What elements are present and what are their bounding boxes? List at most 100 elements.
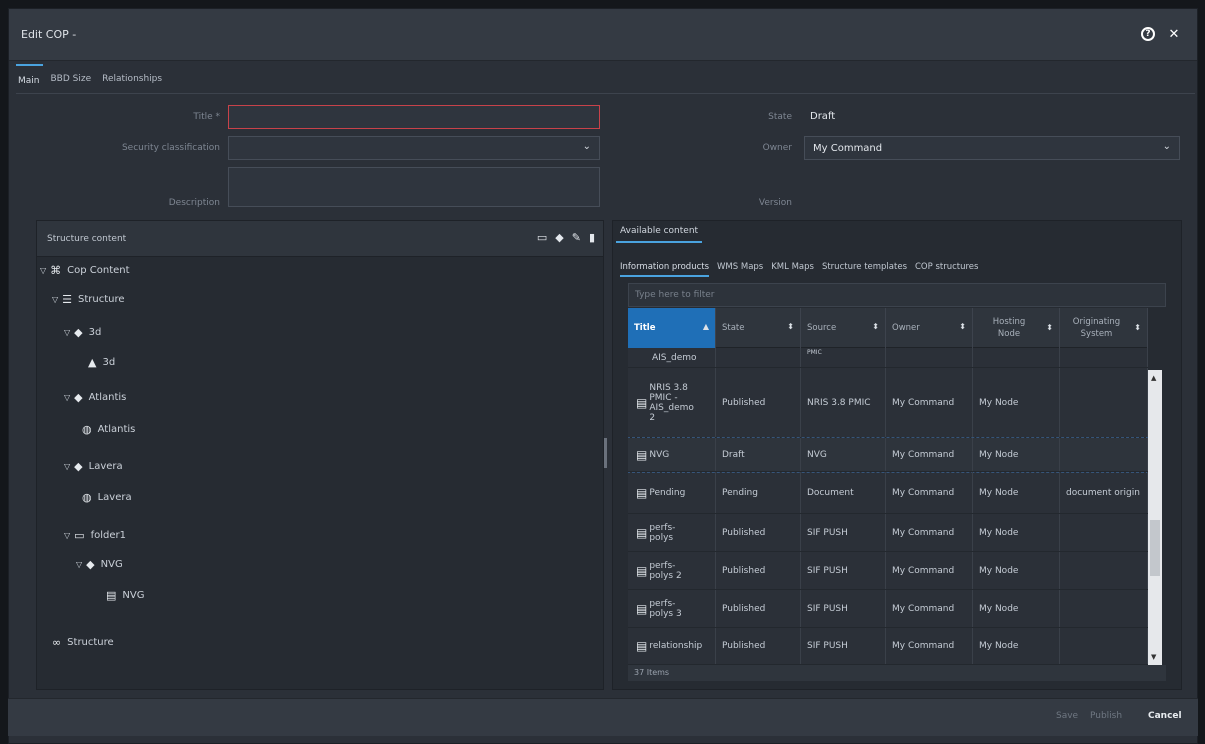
column-header-hosting-node[interactable]: Hosting Node ⬍ <box>973 308 1060 348</box>
panel-splitter[interactable] <box>604 438 607 468</box>
folder-icon: ▭ <box>74 529 85 542</box>
tree-node-cop-content[interactable]: ▽ ⌘ Cop Content <box>40 264 130 277</box>
table-row[interactable]: ▤ NRIS 3.8 PMIC - AIS_demo 2 Published N… <box>628 368 1148 438</box>
tree-node-nvg[interactable]: ▽ ◆ NVG <box>76 558 123 571</box>
tab-available-content[interactable]: Available content <box>616 222 703 243</box>
cancel-button[interactable]: Cancel <box>1148 711 1182 721</box>
diamond-icon: ◆ <box>74 326 83 339</box>
document-icon: ▤ <box>636 525 648 540</box>
tree-node-structure[interactable]: ▽ ☰ Structure <box>52 293 125 306</box>
scroll-up-icon[interactable]: ▲ <box>1151 374 1156 382</box>
caret-down-icon[interactable]: ▽ <box>64 393 70 402</box>
state-label: State <box>768 112 792 122</box>
tree-node-structure-link[interactable]: ∞ Structure <box>52 636 114 649</box>
tree-leaf-3d[interactable]: ▲ 3d <box>88 356 115 369</box>
caret-down-icon[interactable]: ▽ <box>76 560 82 569</box>
owner-select[interactable]: My Command ⌄ <box>804 136 1180 160</box>
products-grid: Title ▲ State ⬍ Source ⬍ Owner ⬍ Hosting… <box>628 308 1148 665</box>
caret-down-icon[interactable]: ▽ <box>52 295 58 304</box>
dialog-title: Edit COP - <box>21 28 77 41</box>
table-row[interactable]: ▤ perfs-polys 2 Published SIF PUSH My Co… <box>628 552 1148 590</box>
sort-icon[interactable]: ⬍ <box>787 322 794 331</box>
caret-down-icon[interactable]: ▽ <box>64 462 70 471</box>
close-icon[interactable]: ✕ <box>1165 25 1183 43</box>
tab-main[interactable]: Main <box>16 64 43 94</box>
structure-icon: ☰ <box>62 293 73 306</box>
caret-down-icon[interactable]: ▽ <box>64 328 70 337</box>
structure-panel-header: Structure content ▭ ◆ ✎ ▮ <box>37 221 603 257</box>
table-row[interactable]: ▤ Pending Pending Document My Command My… <box>628 472 1148 514</box>
tree-leaf-nvg[interactable]: ▤ NVG <box>106 589 144 602</box>
tree-node-3d[interactable]: ▽ ◆ 3d <box>64 326 101 339</box>
grid-vertical-scrollbar[interactable]: ▲ ▼ <box>1148 370 1162 665</box>
caret-down-icon[interactable]: ▽ <box>40 266 46 275</box>
document-icon: ▤ <box>636 601 648 616</box>
document-icon: ▤ <box>636 395 648 410</box>
diamond-icon[interactable]: ◆ <box>555 231 563 244</box>
document-icon: ▤ <box>636 485 648 500</box>
subtab-wms-maps[interactable]: WMS Maps <box>717 258 763 277</box>
globe-icon: ◍ <box>82 423 92 436</box>
document-icon: ▤ <box>636 639 648 653</box>
shapes-icon: ▲ <box>88 356 97 369</box>
dialog-footer: Save Publish Cancel <box>8 698 1198 736</box>
table-row[interactable]: ▤ perfs-polys Published SIF PUSH My Comm… <box>628 514 1148 552</box>
help-icon[interactable]: ? <box>1141 27 1155 41</box>
table-row-selected[interactable]: ▤ NVG Draft NVG My Command My Node <box>628 437 1148 473</box>
sort-icon[interactable]: ⬍ <box>1046 322 1053 334</box>
document-icon: ▤ <box>636 447 648 462</box>
security-classification-label: Security classification <box>121 143 220 153</box>
tab-bbd-size[interactable]: BBD Size <box>49 64 95 94</box>
tree-leaf-atlantis[interactable]: ◍ Atlantis <box>82 423 135 436</box>
column-header-title[interactable]: Title ▲ <box>628 308 716 348</box>
subtab-cop-structures[interactable]: COP structures <box>915 258 978 277</box>
pencil-icon[interactable]: ✎ <box>572 231 581 244</box>
chevron-down-icon: ⌄ <box>1162 141 1171 152</box>
document-icon: ▤ <box>106 589 117 602</box>
sort-icon[interactable]: ⬍ <box>1134 322 1141 334</box>
grid-header: Title ▲ State ⬍ Source ⬍ Owner ⬍ Hosting… <box>628 308 1148 348</box>
subtab-structure-templates[interactable]: Structure templates <box>822 258 907 277</box>
table-row[interactable]: ▤ relationship Published SIF PUSH My Com… <box>628 628 1148 665</box>
tabs-divider <box>16 93 1195 94</box>
tree-node-lavera[interactable]: ▽ ◆ Lavera <box>64 460 123 473</box>
save-button[interactable]: Save <box>1056 711 1078 721</box>
title-label: Title * <box>193 112 220 122</box>
tree-node-folder1[interactable]: ▽ ▭ folder1 <box>64 529 126 542</box>
table-row[interactable]: ▤ perfs-polys 3 Published SIF PUSH My Co… <box>628 590 1148 628</box>
document-icon: ▤ <box>636 563 648 578</box>
scrollbar-thumb[interactable] <box>1150 520 1160 576</box>
table-row[interactable]: AIS_demo PMIC <box>628 348 1148 368</box>
subtab-kml-maps[interactable]: KML Maps <box>771 258 814 277</box>
filter-input[interactable] <box>629 284 1165 306</box>
sort-icon[interactable]: ⬍ <box>872 322 879 331</box>
description-input[interactable] <box>228 167 600 207</box>
chevron-down-icon: ⌄ <box>582 141 591 152</box>
dialog-titlebar: Edit COP - ? ✕ <box>9 9 1197 61</box>
grid-item-count: 37 Items <box>628 665 1166 681</box>
diamond-icon: ◆ <box>74 391 83 404</box>
filter-field <box>628 283 1166 307</box>
description-label: Description <box>168 198 220 208</box>
structure-panel-title: Structure content <box>47 234 127 244</box>
security-classification-select[interactable]: ⌄ <box>228 136 600 160</box>
subtab-information-products[interactable]: Information products <box>620 258 710 277</box>
tree-node-atlantis[interactable]: ▽ ◆ Atlantis <box>64 391 126 404</box>
structure-content-panel: Structure content ▭ ◆ ✎ ▮ <box>36 220 604 690</box>
column-header-state[interactable]: State ⬍ <box>716 308 801 348</box>
publish-button[interactable]: Publish <box>1090 711 1122 721</box>
column-header-owner[interactable]: Owner ⬍ <box>886 308 973 348</box>
sort-asc-icon[interactable]: ▲ <box>703 322 709 331</box>
title-input[interactable] <box>228 105 600 129</box>
link-icon: ∞ <box>52 636 62 649</box>
dialog-tabs: Main BBD Size Relationships <box>16 64 171 94</box>
caret-down-icon[interactable]: ▽ <box>64 531 70 540</box>
tree-leaf-lavera[interactable]: ◍ Lavera <box>82 491 132 504</box>
sort-icon[interactable]: ⬍ <box>959 322 966 331</box>
tab-relationships[interactable]: Relationships <box>100 64 165 94</box>
column-header-originating-system[interactable]: Originating System ⬍ <box>1060 308 1148 348</box>
folder-icon[interactable]: ▭ <box>537 231 547 244</box>
trash-icon[interactable]: ▮ <box>589 231 595 244</box>
column-header-source[interactable]: Source ⬍ <box>801 308 886 348</box>
scroll-down-icon[interactable]: ▼ <box>1151 653 1156 661</box>
